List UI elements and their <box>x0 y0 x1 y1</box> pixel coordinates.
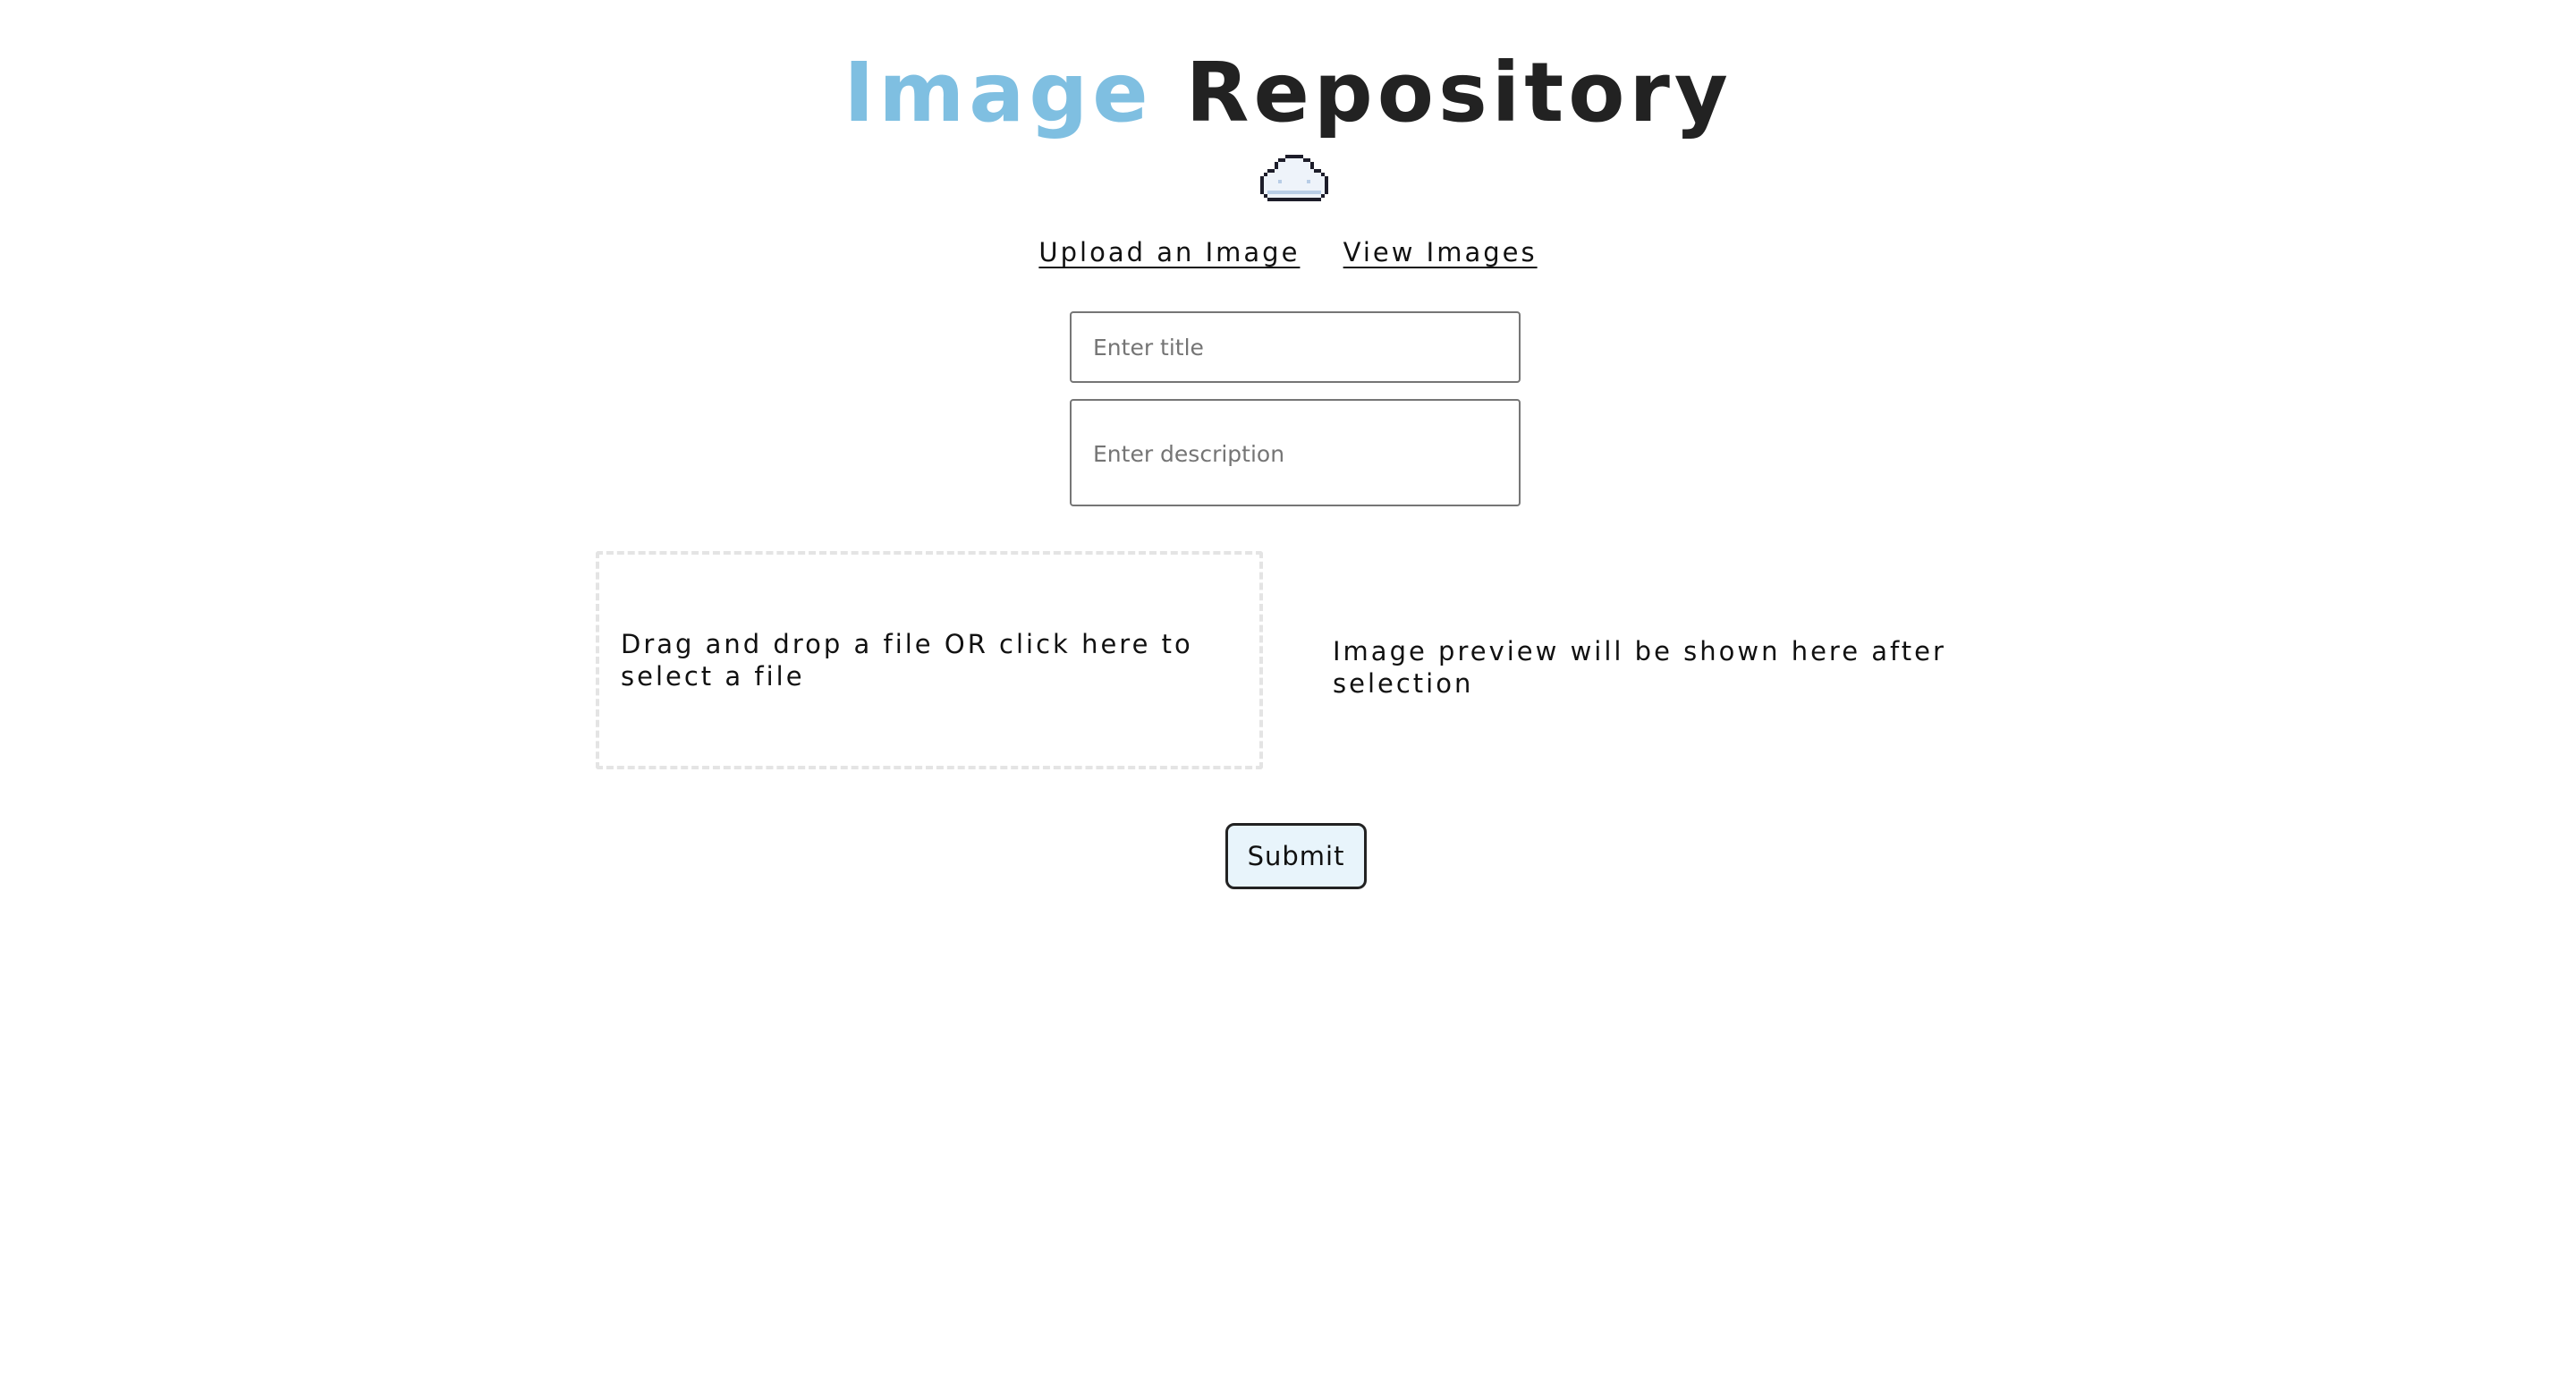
upload-page: Image Repository Upload an Image View Im… <box>0 0 2576 1392</box>
cloud-icon <box>1260 155 1328 201</box>
page-title: Image Repository <box>0 39 2576 147</box>
title-input[interactable] <box>1070 311 1521 383</box>
nav-view-images-link[interactable]: View Images <box>1343 237 1538 267</box>
description-input[interactable] <box>1070 399 1521 506</box>
submit-button[interactable]: Submit <box>1225 823 1367 889</box>
page-title-rest: Repository <box>1185 45 1733 140</box>
nav-upload-link[interactable]: Upload an Image <box>1038 237 1300 267</box>
dropzone-text: Drag and drop a file OR click here to se… <box>621 629 1193 692</box>
main-nav: Upload an Image View Images <box>0 231 2576 274</box>
image-preview-placeholder: Image preview will be shown here after s… <box>1333 636 1946 699</box>
file-dropzone[interactable]: Drag and drop a file OR click here to se… <box>596 551 1263 769</box>
page-title-accent: Image <box>843 45 1153 140</box>
